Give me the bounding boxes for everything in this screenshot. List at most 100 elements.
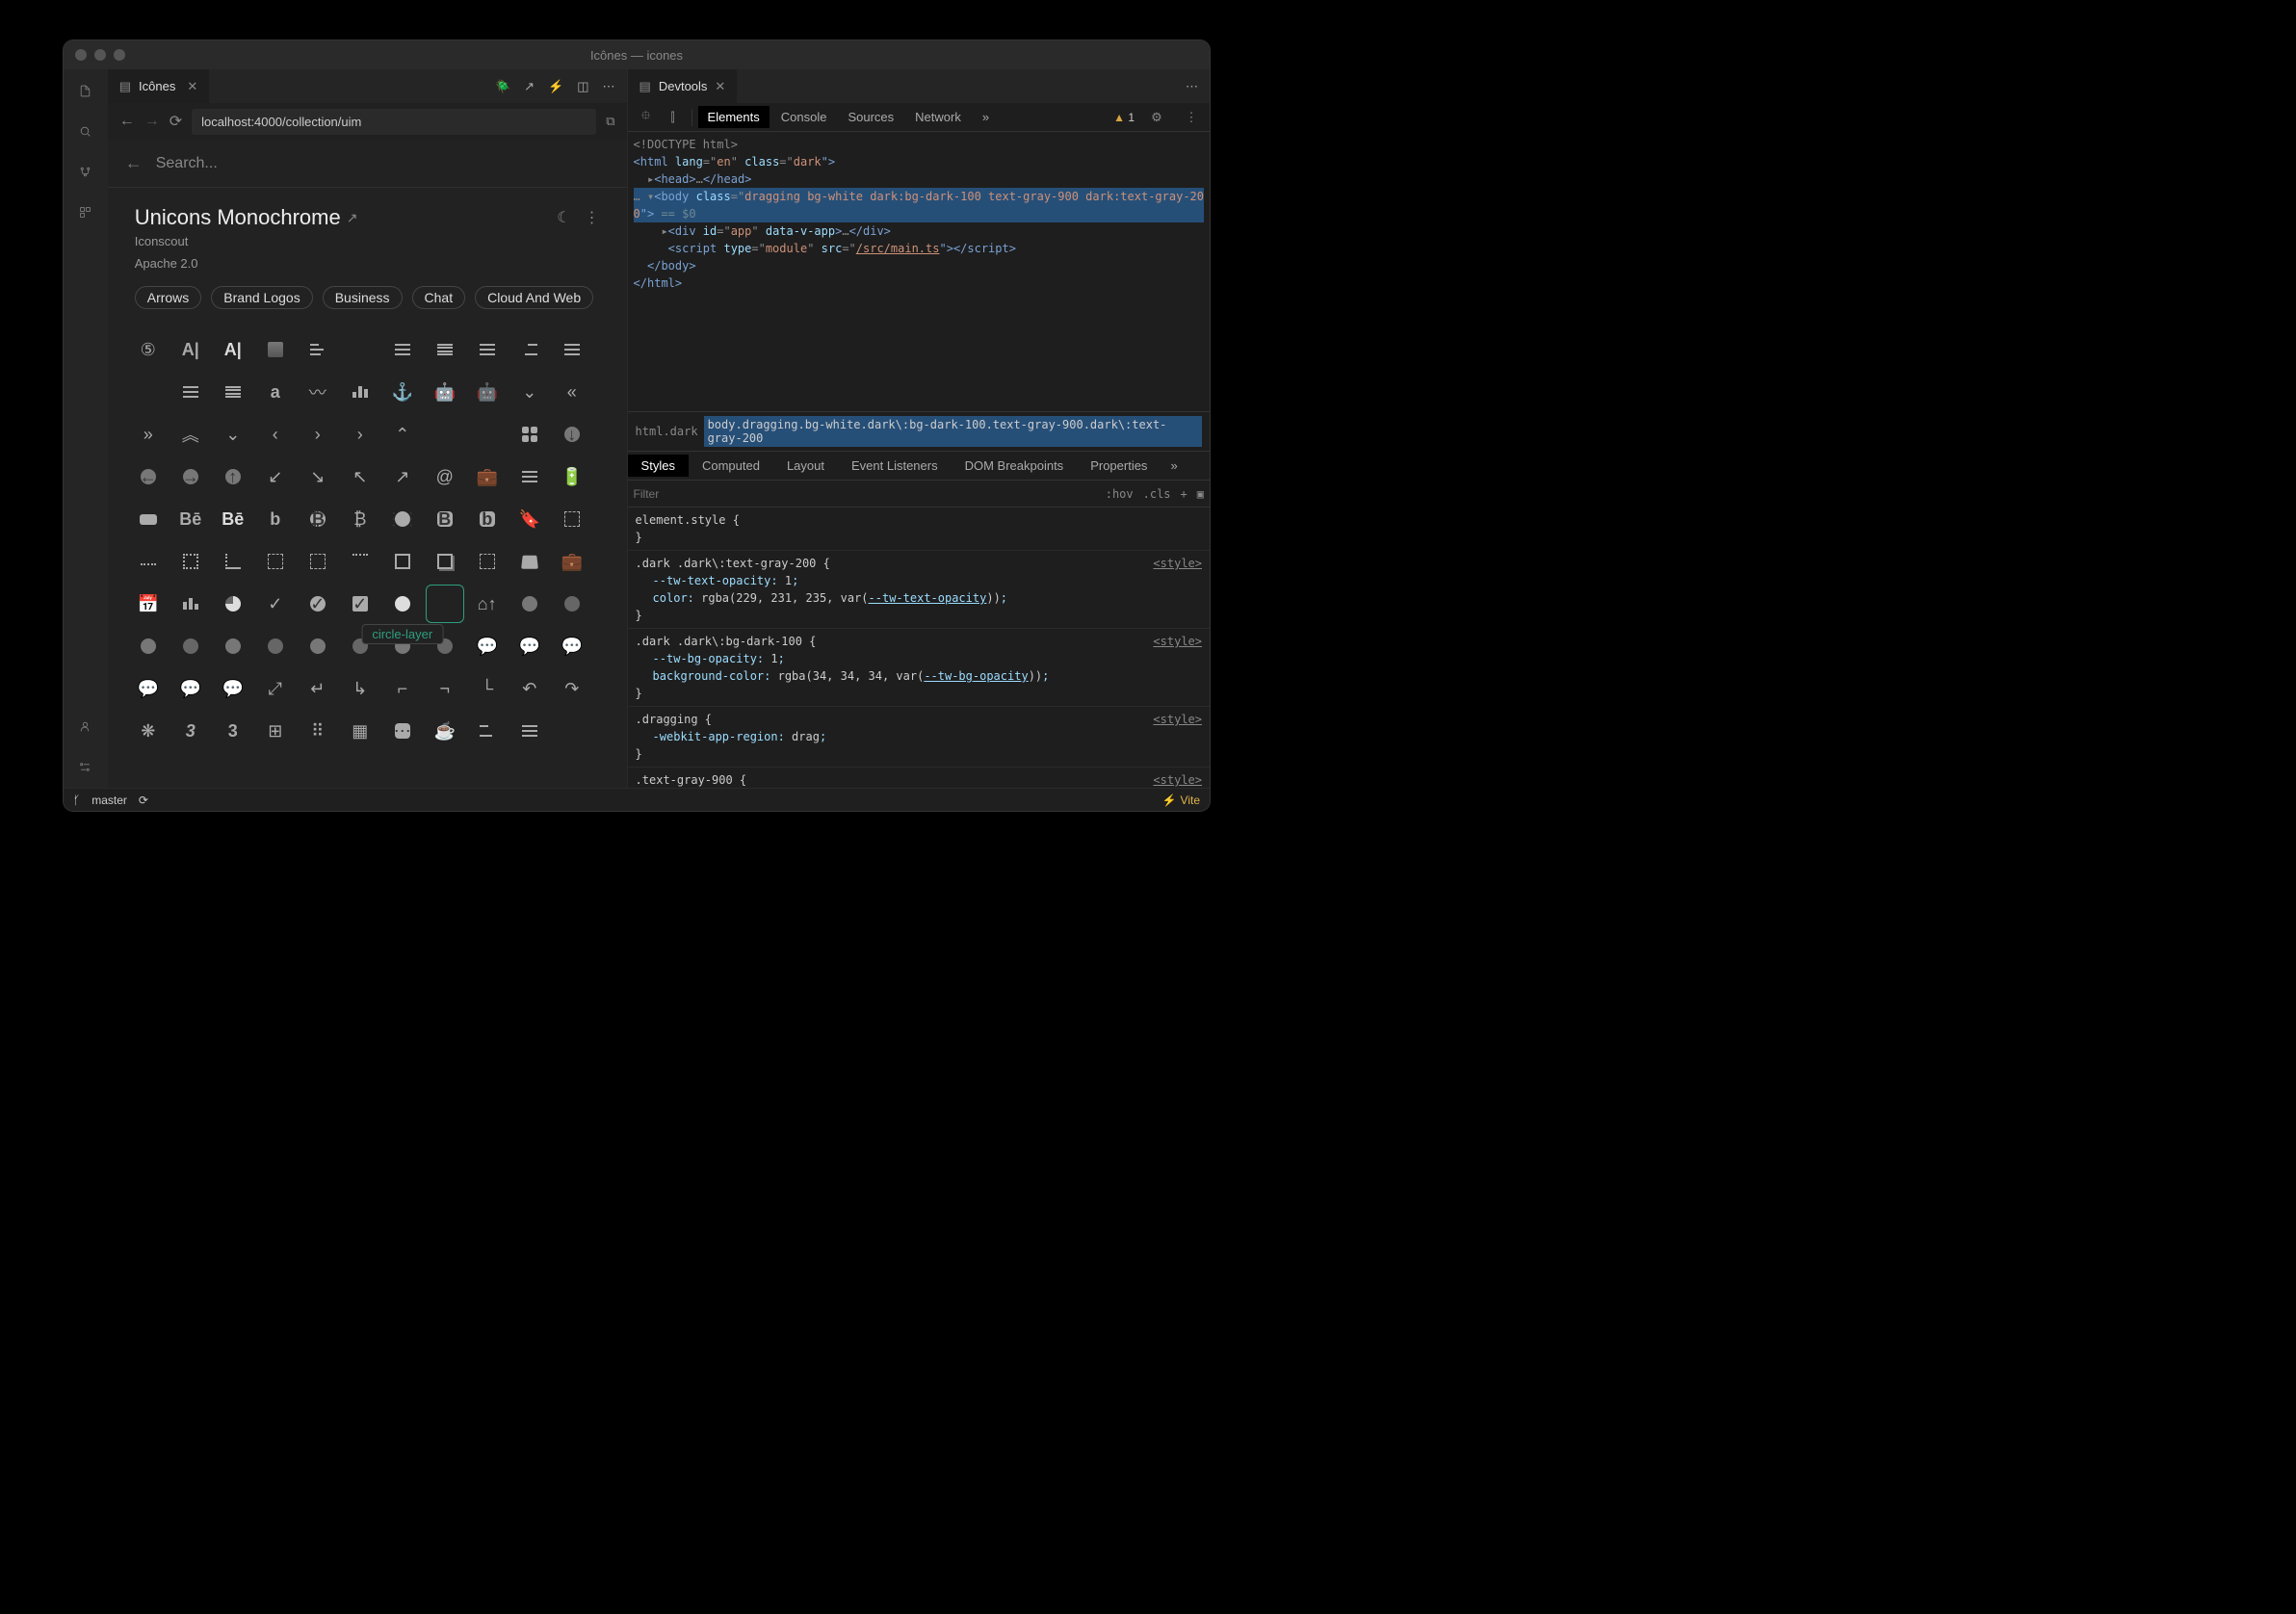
icon-cell[interactable]: b	[256, 500, 295, 538]
icon-cell[interactable]: ↓	[553, 415, 591, 454]
icon-cell[interactable]: ₿	[299, 500, 337, 538]
styles-tab-computed[interactable]: Computed	[689, 455, 773, 477]
tag-arrows[interactable]: Arrows	[135, 286, 202, 309]
icon-cell[interactable]: @	[426, 457, 464, 496]
icon-cell[interactable]: ⌄	[510, 373, 549, 411]
icon-cell[interactable]	[383, 330, 422, 369]
icon-cell[interactable]: ¬	[426, 669, 464, 708]
icon-cell[interactable]: ⤢	[256, 669, 295, 708]
icon-cell[interactable]: →	[171, 457, 210, 496]
icon-cell[interactable]: ←	[129, 457, 168, 496]
devtools-tab-network[interactable]: Network	[905, 106, 971, 128]
icon-cell[interactable]: circle-layer	[383, 627, 422, 665]
icon-cell[interactable]	[129, 373, 168, 411]
icon-cell[interactable]: 💼	[553, 542, 591, 581]
icon-cell[interactable]	[468, 712, 507, 750]
icon-cell[interactable]: ↑	[214, 457, 252, 496]
icon-cell[interactable]: a	[256, 373, 295, 411]
search-placeholder[interactable]: Search...	[156, 155, 218, 172]
icon-cell[interactable]: 💬	[468, 627, 507, 665]
icon-cell[interactable]: «	[553, 373, 591, 411]
back-arrow-icon[interactable]: ←	[125, 153, 143, 173]
icon-cell[interactable]: ⌐	[383, 669, 422, 708]
devtools-toggle-icon[interactable]: ⧉	[606, 114, 614, 129]
icon-cell[interactable]: 💬	[171, 669, 210, 708]
icon-cell[interactable]: 📅	[129, 585, 168, 623]
tag-chat[interactable]: Chat	[412, 286, 466, 309]
cls-toggle[interactable]: .cls	[1143, 487, 1171, 501]
icon-cell[interactable]: ›	[341, 415, 379, 454]
styles-tab-styles[interactable]: Styles	[628, 455, 689, 477]
icon-cell[interactable]	[214, 542, 252, 581]
bolt-icon[interactable]: ⚡	[548, 79, 563, 94]
icon-cell[interactable]	[510, 542, 549, 581]
icon-cell[interactable]: ↵	[299, 669, 337, 708]
traffic-lights[interactable]	[75, 49, 125, 61]
bug-icon[interactable]: 🪲	[495, 79, 510, 94]
inspect-icon[interactable]: ⯐	[634, 107, 659, 128]
icon-cell[interactable]: ⊞	[256, 712, 295, 750]
icon-cell[interactable]: ⑤	[129, 330, 168, 369]
icon-cell[interactable]: ↳	[341, 669, 379, 708]
icon-cell[interactable]: A|	[171, 330, 210, 369]
devtools-tab-elements[interactable]: Elements	[698, 106, 770, 128]
menu-icon[interactable]: ⋮	[585, 208, 600, 227]
icon-cell[interactable]	[256, 330, 295, 369]
icon-cell[interactable]: ⌂↑	[468, 585, 507, 623]
icon-cell[interactable]: ☕	[426, 712, 464, 750]
dom-tree[interactable]: <!DOCTYPE html> <html lang="en" class="d…	[628, 132, 1210, 411]
icon-cell[interactable]: 🤖	[426, 373, 464, 411]
icon-cell[interactable]: ❋	[129, 712, 168, 750]
icon-cell[interactable]	[214, 627, 252, 665]
icon-cell[interactable]	[553, 330, 591, 369]
tag-cloud-and-web[interactable]: Cloud And Web	[475, 286, 593, 309]
rule-source[interactable]: <style>	[1153, 771, 1202, 788]
icon-cell[interactable]	[510, 457, 549, 496]
back-icon[interactable]: ←	[119, 113, 135, 130]
reload-icon[interactable]: ⟳	[170, 112, 182, 131]
icon-cell[interactable]: Bē	[171, 500, 210, 538]
icon-cell[interactable]	[553, 500, 591, 538]
icon-cell[interactable]	[553, 585, 591, 623]
files-icon[interactable]	[74, 79, 97, 102]
icon-cell[interactable]	[341, 330, 379, 369]
icon-cell[interactable]: ✓	[341, 585, 379, 623]
warning-badge[interactable]: ▲ 1	[1113, 111, 1135, 124]
icon-cell[interactable]: ⋯	[383, 712, 422, 750]
devtools-tab-sources[interactable]: Sources	[838, 106, 903, 128]
icon-cell[interactable]: »	[129, 415, 168, 454]
icon-cell[interactable]: ›	[299, 415, 337, 454]
vite-icon[interactable]: ⚡	[1162, 794, 1177, 807]
account-icon[interactable]	[74, 715, 97, 738]
git-icon[interactable]	[74, 160, 97, 183]
tab-icones[interactable]: ▤ Icônes ✕	[108, 69, 210, 103]
styles-tab-listeners[interactable]: Event Listeners	[838, 455, 952, 477]
icon-cell[interactable]: A|	[214, 330, 252, 369]
icon-cell[interactable]: ✓	[299, 585, 337, 623]
icon-cell[interactable]	[171, 542, 210, 581]
icon-cell[interactable]	[129, 627, 168, 665]
icon-cell[interactable]	[510, 712, 549, 750]
icon-cell[interactable]: 💬	[510, 627, 549, 665]
icon-cell[interactable]	[468, 542, 507, 581]
more-icon[interactable]: ⋯	[603, 79, 615, 94]
icon-cell[interactable]	[129, 542, 168, 581]
url-input[interactable]	[192, 109, 596, 135]
tag-brand-logos[interactable]: Brand Logos	[211, 286, 312, 309]
icon-cell[interactable]	[426, 330, 464, 369]
icon-cell[interactable]	[171, 585, 210, 623]
icon-cell[interactable]: ▦	[341, 712, 379, 750]
icon-cell[interactable]: 🔋	[553, 457, 591, 496]
icon-cell[interactable]	[256, 542, 295, 581]
icon-cell[interactable]: ↷	[553, 669, 591, 708]
styles-tab-more[interactable]: »	[1161, 458, 1187, 473]
icon-cell[interactable]: 💬	[553, 627, 591, 665]
icon-cell[interactable]: ✓	[256, 585, 295, 623]
hov-toggle[interactable]: :hov	[1106, 487, 1134, 501]
icon-cell[interactable]: ⋮⋮	[383, 500, 422, 538]
rule-source[interactable]: <style>	[1153, 555, 1202, 572]
icon-cell-selected[interactable]	[426, 585, 464, 623]
icon-cell[interactable]	[426, 542, 464, 581]
icon-cell[interactable]: 🔖	[510, 500, 549, 538]
icon-cell[interactable]	[426, 415, 464, 454]
